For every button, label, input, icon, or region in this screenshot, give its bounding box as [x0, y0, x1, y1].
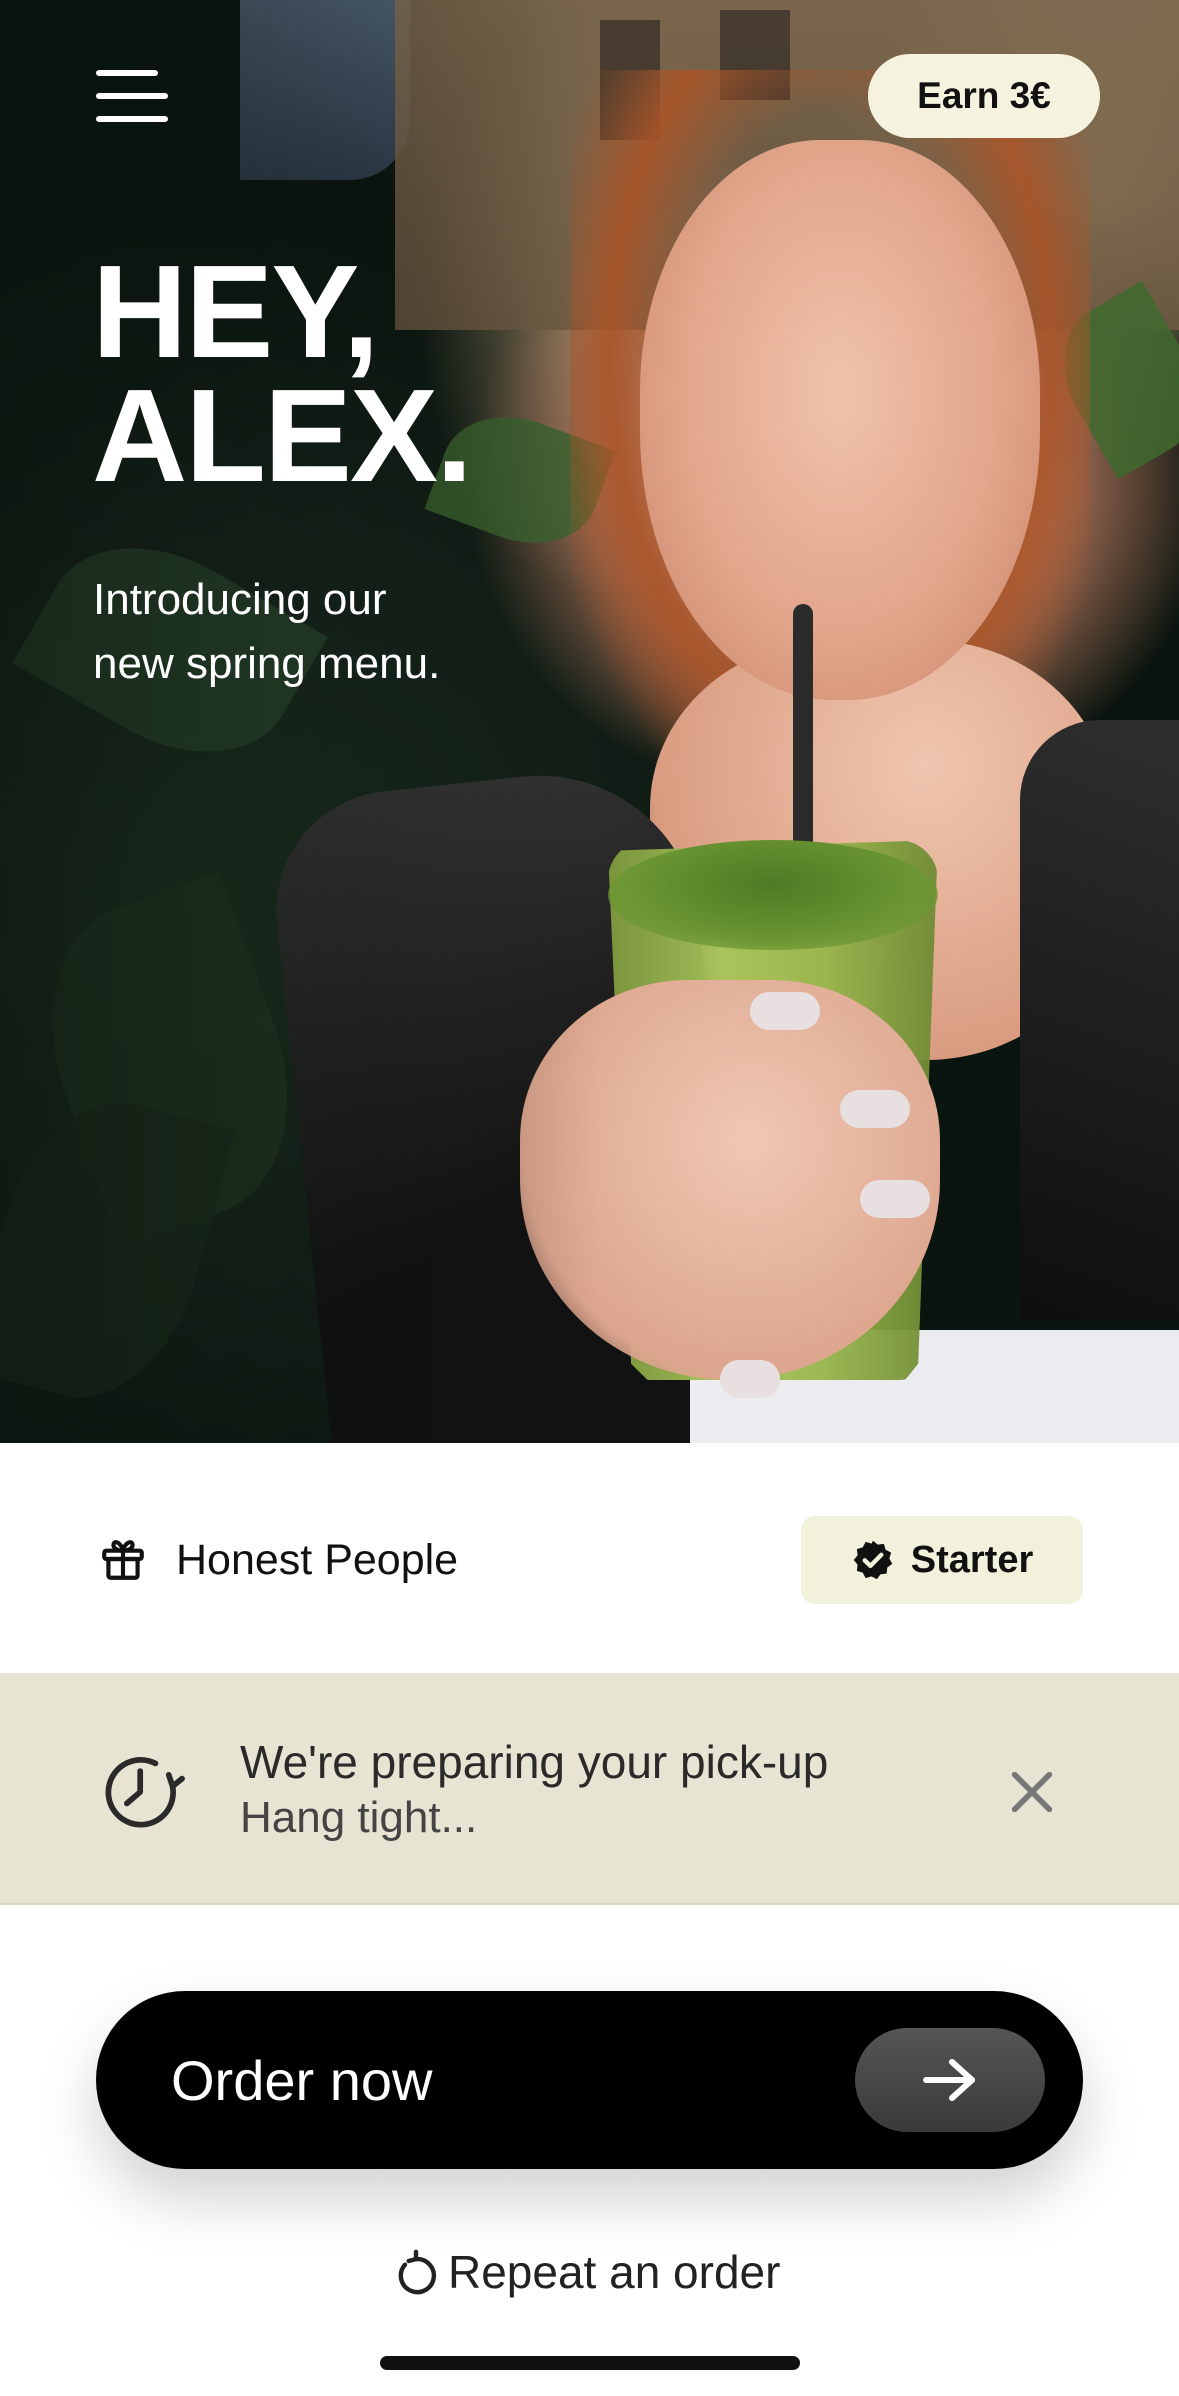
- hero-image-shade: [0, 0, 600, 1443]
- greeting-line: ALEX.: [92, 362, 473, 509]
- hero-subtitle: Introducing our new spring menu.: [93, 568, 573, 696]
- arrow-right-icon: [923, 2059, 975, 2101]
- gift-icon: [102, 1540, 144, 1580]
- hero-image-nail: [750, 992, 820, 1030]
- home-screen: Earn 3€ HEY, ALEX. Introducing our new s…: [0, 0, 1179, 2396]
- pickup-status-subtitle: Hang tight...: [240, 1793, 478, 1842]
- verified-badge-icon: [853, 1540, 892, 1580]
- clock-refresh-icon: [105, 1757, 185, 1828]
- tier-label: Starter: [910, 1538, 1034, 1581]
- menu-button[interactable]: [92, 66, 172, 126]
- hero-image-nail: [860, 1180, 930, 1218]
- repeat-order-label: Repeat an order: [448, 2246, 781, 2298]
- order-arrow-button[interactable]: [855, 2028, 1045, 2132]
- earn-referral-button[interactable]: Earn 3€: [868, 54, 1100, 138]
- hero-subtitle-line: Introducing our: [93, 575, 387, 624]
- repeat-icon: [398, 2249, 437, 2295]
- hamburger-icon: [96, 116, 168, 122]
- hero-image-jacket: [1020, 720, 1179, 1320]
- tier-badge[interactable]: Starter: [801, 1516, 1083, 1604]
- membership-name[interactable]: Honest People: [176, 1534, 458, 1586]
- hero-image-nail: [720, 1360, 780, 1398]
- home-indicator[interactable]: [380, 2356, 800, 2370]
- hero-subtitle-line: new spring menu.: [93, 639, 441, 688]
- greeting-line: HEY,: [92, 238, 379, 385]
- hamburger-icon: [96, 93, 168, 99]
- repeat-order-link[interactable]: Repeat an order: [394, 2244, 780, 2300]
- hero-image-nail: [840, 1090, 910, 1128]
- hero-image-drink-top: [608, 840, 938, 950]
- greeting-title: HEY, ALEX.: [92, 238, 473, 509]
- hero-image-face: [640, 140, 1040, 700]
- hero-banner[interactable]: Earn 3€ HEY, ALEX. Introducing our new s…: [0, 0, 1179, 1443]
- hamburger-icon: [96, 70, 158, 76]
- close-icon[interactable]: [1006, 1766, 1058, 1818]
- pickup-status-title: We're preparing your pick-up: [240, 1736, 829, 1788]
- order-now-label: Order now: [171, 2048, 433, 2112]
- order-now-button[interactable]: Order now: [96, 1991, 1083, 2169]
